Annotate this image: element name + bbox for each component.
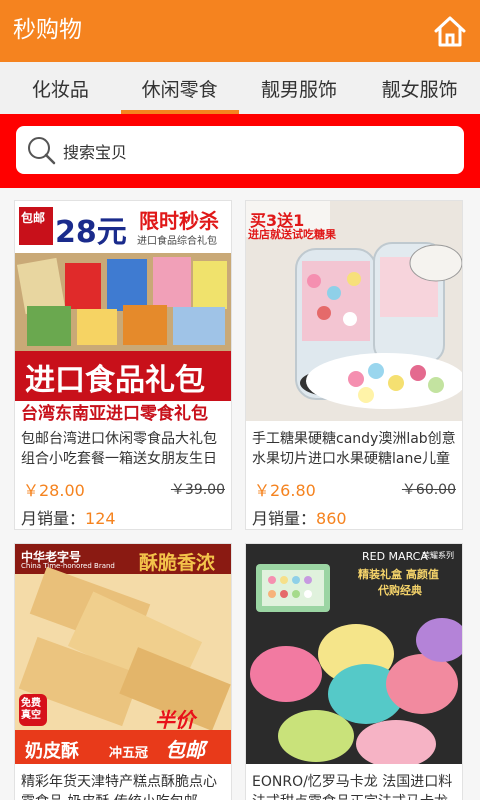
image-brand: RED MARCA [362, 550, 428, 563]
product-price: ￥28.00 [23, 481, 85, 500]
tab-womens-clothing[interactable]: 靓女服饰 [359, 62, 480, 114]
image-free-vacuum: 免费真空 [21, 698, 41, 721]
product-name[interactable]: EONRO/忆罗马卡龙 法国进口料法式甜点零食品正宗法式马卡龙 [246, 764, 462, 800]
image-product-name: 奶皮酥 [25, 741, 79, 762]
app-header: 秒购物 [0, 0, 480, 62]
product-card[interactable]: 包邮 28元 限时秒杀 进口食品综合礼包 进口食品礼包 台湾东南亚进口零食礼包 … [14, 200, 232, 530]
product-sales: 月销量：860 [246, 501, 462, 531]
product-name[interactable]: 精彩年货天津特产糕点酥脆点心零食品 奶皮酥 传统小吃包邮 [15, 764, 231, 800]
tab-label: 靓男服饰 [261, 78, 338, 101]
product-old-price: ￥60.00 [401, 482, 456, 498]
home-icon[interactable] [432, 13, 468, 49]
product-price: ￥26.80 [254, 481, 316, 500]
image-subtitle: 进口食品综合礼包 [137, 236, 217, 247]
product-image[interactable]: 中华老字号 China Time-honored Brand 酥脆香浓 免费真空… [15, 544, 231, 764]
tab-label: 休闲零食 [141, 78, 218, 101]
tab-label: 化妆品 [31, 78, 89, 101]
sales-count: 860 [316, 509, 347, 528]
category-tabs: 化妆品 休闲零食 靓男服饰 靓女服饰 [0, 62, 480, 114]
image-line-2: 代购经典 [378, 584, 422, 597]
product-image[interactable]: RED MARCA 荣耀系列 精装礼盒 高颜值 代购经典 [246, 544, 462, 764]
image-slogan: 酥脆香浓 [139, 552, 216, 574]
search-icon [28, 137, 56, 165]
search-bar-container: 搜索宝贝 [0, 114, 480, 188]
product-old-price: ￥39.00 [170, 482, 225, 498]
product-prices: ￥28.00 ￥39.00 [15, 469, 231, 501]
search-placeholder: 搜索宝贝 [63, 143, 128, 162]
image-subtitle: 进店就送试吃糖果 [248, 228, 336, 241]
image-award: 冲五冠 [109, 746, 149, 761]
sales-label: 月销量： [21, 509, 86, 528]
product-image[interactable]: 买3送1 进店就送试吃糖果 [246, 201, 462, 421]
product-card[interactable]: RED MARCA 荣耀系列 精装礼盒 高颜值 代购经典 EONRO/忆罗马卡龙… [245, 543, 463, 800]
image-price: 28元 [55, 215, 127, 250]
image-brand-en: China Time-honored Brand [21, 562, 115, 570]
image-flash-sale: 限时秒杀 [139, 209, 219, 233]
product-name[interactable]: 手工糖果硬糖candy澳洲lab创意水果切片进口水果硬糖lane儿童 [246, 421, 462, 469]
product-grid: 包邮 28元 限时秒杀 进口食品综合礼包 进口食品礼包 台湾东南亚进口零食礼包 … [0, 188, 480, 800]
sales-count: 124 [85, 509, 116, 528]
image-line-1: 精装礼盒 高颜值 [358, 568, 439, 581]
product-card[interactable]: 买3送1 进店就送试吃糖果 手工糖果硬糖candy澳洲lab创意水果切片进口水果… [245, 200, 463, 530]
image-half-price: 半价 [155, 708, 195, 732]
image-bottom-text: 台湾东南亚进口零食礼包 [21, 404, 208, 421]
image-free-ship: 包邮 [165, 738, 205, 762]
tab-snacks[interactable]: 休闲零食 [120, 62, 239, 114]
app: 秒购物 化妆品 休闲零食 靓男服饰 靓女服饰 搜索宝贝 包邮 28元 限时秒杀 … [0, 0, 480, 800]
product-name[interactable]: 包邮台湾进口休闲零食品大礼包组合小吃套餐一箱送女朋友生日 [15, 421, 231, 469]
product-image[interactable]: 包邮 28元 限时秒杀 进口食品综合礼包 进口食品礼包 台湾东南亚进口零食礼包 [15, 201, 231, 421]
image-main-text: 进口食品礼包 [25, 363, 205, 398]
image-badge: 包邮 [21, 211, 46, 225]
search-input[interactable]: 搜索宝贝 [16, 126, 464, 174]
sales-label: 月销量： [252, 509, 317, 528]
app-title: 秒购物 [13, 17, 82, 43]
product-prices: ￥26.80 ￥60.00 [246, 469, 462, 501]
image-brand-sub: 荣耀系列 [422, 551, 454, 560]
product-card[interactable]: 中华老字号 China Time-honored Brand 酥脆香浓 免费真空… [14, 543, 232, 800]
pastry-illustration [15, 544, 231, 764]
product-sales: 月销量：124 [15, 501, 231, 531]
tab-mens-clothing[interactable]: 靓男服饰 [239, 62, 360, 114]
tab-cosmetics[interactable]: 化妆品 [0, 62, 121, 114]
tab-label: 靓女服饰 [381, 78, 458, 101]
